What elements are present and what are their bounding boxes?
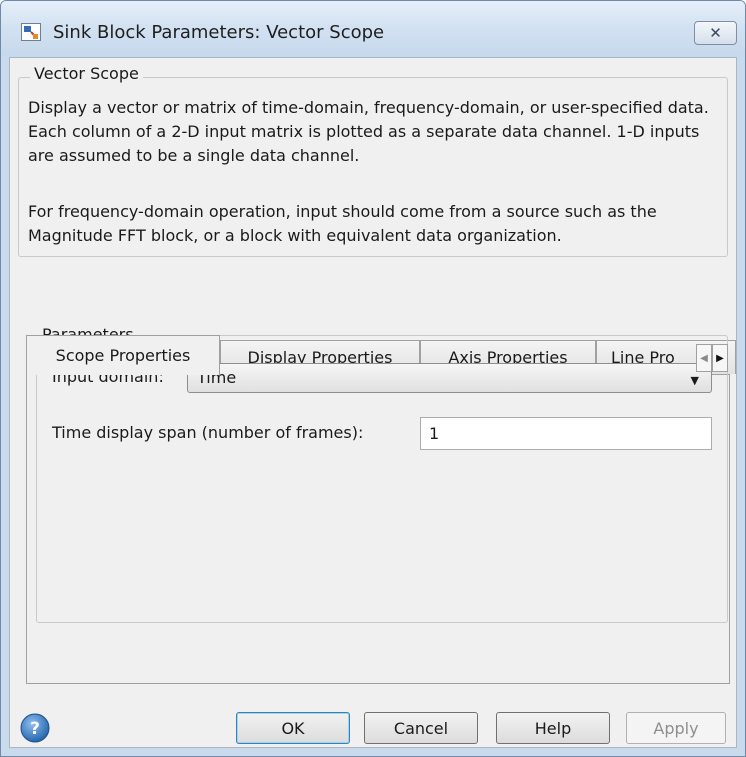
cancel-button-label: Cancel [393, 718, 449, 738]
help-button-label: Help [534, 718, 572, 738]
arrow-right-icon: ▶ [716, 352, 724, 364]
tab-scope-properties[interactable]: Scope Properties [26, 335, 220, 375]
apply-button[interactable]: Apply [626, 712, 726, 744]
close-icon: ✕ [709, 24, 722, 42]
chevron-down-icon: ▼ [690, 374, 699, 387]
ok-button-label: OK [281, 718, 305, 738]
help-button[interactable]: Help [496, 712, 610, 744]
svg-text:?: ? [30, 719, 40, 739]
block-name-label: Vector Scope [30, 64, 143, 83]
arrow-left-icon: ◀ [700, 352, 708, 364]
window-title: Sink Block Parameters: Vector Scope [53, 22, 385, 43]
block-description: Display a vector or matrix of time-domai… [28, 98, 709, 165]
tab-scroll-right-button[interactable]: ▶ [712, 344, 728, 372]
close-button[interactable]: ✕ [694, 21, 737, 45]
dialog-body: Vector Scope Display a vector or matrix … [9, 57, 737, 748]
dialog-window: Sink Block Parameters: Vector Scope ✕ Ve… [0, 0, 746, 757]
ok-button[interactable]: OK [236, 712, 350, 744]
help-circle-icon[interactable]: ? [20, 713, 50, 743]
input-domain-select[interactable]: Time ▼ [187, 363, 712, 393]
simulink-block-icon [21, 23, 41, 41]
time-display-span-label: Time display span (number of frames): [52, 423, 364, 442]
title-bar[interactable]: Sink Block Parameters: Vector Scope ✕ [1, 1, 745, 57]
tab-scroll-left-button[interactable]: ◀ [696, 344, 712, 372]
time-display-span-value: 1 [429, 424, 440, 443]
cancel-button[interactable]: Cancel [364, 712, 478, 744]
block-description-frequency: For frequency-domain operation, input sh… [28, 202, 657, 245]
time-display-span-input[interactable]: 1 [420, 417, 712, 450]
apply-button-label: Apply [653, 718, 699, 738]
tab-label: Scope Properties [55, 346, 191, 365]
